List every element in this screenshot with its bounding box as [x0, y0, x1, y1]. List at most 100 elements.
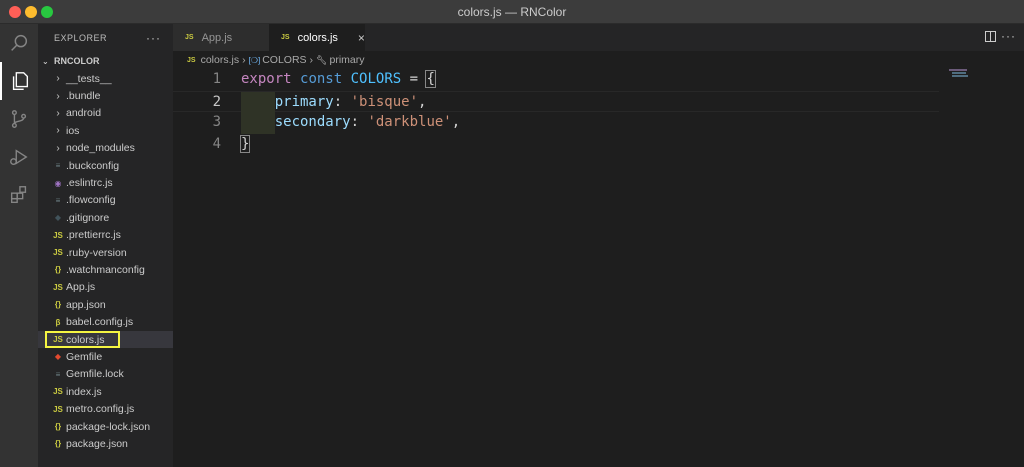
project-root-label: RNCOLOR: [54, 56, 100, 66]
js-file-icon: JS: [185, 34, 194, 41]
file-label: .prettierrc.js: [66, 229, 121, 242]
editor-tabs: JS App.js JS colors.js × ···: [173, 24, 1024, 51]
file-type-icon: β: [55, 317, 61, 327]
file-item[interactable]: JS index.js: [38, 383, 173, 400]
explorer-sidebar: EXPLORER ··· ⌄ RNCOLOR › __tests__ › .bundl…: [38, 24, 173, 467]
file-item[interactable]: ≡ .buckconfig: [38, 157, 173, 174]
breadcrumb-file[interactable]: colors.js: [201, 54, 240, 66]
chevron-right-icon: ›: [56, 142, 60, 154]
more-actions-icon[interactable]: ···: [1001, 29, 1016, 43]
file-item[interactable]: ◆ Gemfile: [38, 348, 173, 365]
breadcrumb-symbol-colors[interactable]: COLORS: [262, 54, 306, 66]
file-type-icon: JS: [53, 248, 63, 258]
code-line-current: 2 primary: 'bisque',: [173, 90, 939, 114]
file-type-icon: JS: [53, 387, 63, 397]
file-label: index.js: [66, 385, 102, 398]
file-type-icon: ≡: [55, 161, 61, 171]
file-item[interactable]: JS App.js: [38, 279, 173, 296]
file-item[interactable]: {} .watchmanconfig: [38, 261, 173, 278]
file-item[interactable]: ◆ .gitignore: [38, 209, 173, 226]
project-root-folder[interactable]: ⌄ RNCOLOR: [38, 52, 173, 70]
file-label: babel.config.js: [66, 316, 134, 329]
close-tab-icon[interactable]: ×: [358, 31, 365, 45]
file-item[interactable]: β babel.config.js: [38, 313, 173, 330]
code-text[interactable]: secondary: 'darkblue',: [241, 112, 460, 134]
property-symbol-icon: 🔧︎: [316, 54, 328, 65]
file-label: node_modules: [66, 142, 135, 155]
code-text[interactable]: export const COLORS = {: [241, 69, 436, 91]
file-tree: › __tests__ › .bundle › android › ios › node_modu…: [38, 70, 173, 453]
breadcrumb: JS colors.js › [❍] COLORS › 🔧︎ primary: [187, 51, 365, 69]
run-debug-icon[interactable]: [0, 138, 38, 176]
file-type-icon: JS: [53, 230, 63, 240]
code-line: 1 export const COLORS = {: [173, 69, 939, 91]
file-type-icon: {}: [54, 300, 62, 310]
folder-item[interactable]: › .bundle: [38, 87, 173, 104]
file-item[interactable]: JS metro.config.js: [38, 400, 173, 417]
line-number: 1: [212, 71, 221, 87]
file-item[interactable]: JS .ruby-version: [38, 244, 173, 261]
file-item[interactable]: {} package.json: [38, 435, 173, 452]
window-title: colors.js — RNColor: [457, 5, 567, 19]
file-label: .watchmanconfig: [66, 263, 145, 276]
file-type-icon: JS: [53, 282, 63, 292]
source-control-icon[interactable]: [0, 100, 38, 138]
line-number: 3: [212, 114, 221, 130]
tab-label: App.js: [201, 31, 233, 44]
minimap-line: [949, 69, 967, 71]
file-item[interactable]: JS .prettierrc.js: [38, 227, 173, 244]
folder-item[interactable]: › __tests__: [38, 70, 173, 87]
line-number: 2: [212, 93, 221, 110]
file-label: Gemfile: [66, 350, 103, 363]
file-type-icon: {}: [54, 422, 62, 431]
file-type-icon: {}: [54, 265, 62, 275]
breadcrumb-separator: ›: [309, 54, 314, 66]
search-icon[interactable]: [0, 24, 38, 62]
file-item[interactable]: ◉ .eslintrc.js: [38, 174, 173, 191]
file-item[interactable]: ≡ Gemfile.lock: [38, 366, 173, 383]
js-file-icon: JS: [187, 56, 196, 64]
file-item[interactable]: {} app.json: [38, 296, 173, 313]
tab-colors-js[interactable]: JS colors.js ×: [269, 24, 365, 51]
tab-app-js[interactable]: JS App.js: [173, 24, 269, 51]
breadcrumb-symbol-primary[interactable]: primary: [329, 54, 364, 66]
file-item[interactable]: {} package-lock.json: [38, 418, 173, 435]
extensions-icon[interactable]: [0, 176, 38, 214]
code-editor[interactable]: 1 export const COLORS = { 2 primary: 'bi…: [173, 69, 973, 467]
minimap[interactable]: [944, 69, 1024, 467]
file-type-icon: ◆: [54, 352, 62, 362]
chevron-right-icon: ›: [56, 125, 60, 137]
file-type-icon: ◉: [54, 178, 62, 188]
folder-item[interactable]: › android: [38, 105, 173, 122]
file-label: App.js: [66, 281, 96, 294]
file-label: .flowconfig: [66, 194, 116, 207]
file-label: .gitignore: [66, 211, 110, 224]
explorer-header: EXPLORER ···: [38, 24, 173, 52]
minimap-line: [952, 75, 968, 77]
code-text[interactable]: primary: 'bisque',: [241, 92, 427, 114]
code-line: 4 }: [173, 134, 939, 156]
file-label: .buckconfig: [66, 159, 120, 172]
chevron-right-icon: ›: [56, 73, 60, 85]
code-text[interactable]: }: [239, 134, 251, 156]
file-label: android: [66, 107, 102, 120]
title-bar: colors.js — RNColor: [0, 0, 1024, 24]
folder-item[interactable]: › ios: [38, 122, 173, 139]
more-actions-icon[interactable]: ···: [146, 31, 161, 45]
file-item[interactable]: ≡ .flowconfig: [38, 192, 173, 209]
file-label: Gemfile.lock: [66, 368, 124, 381]
folder-item[interactable]: › node_modules: [38, 140, 173, 157]
file-type-icon: ◆: [54, 213, 62, 223]
file-label: .bundle: [66, 90, 101, 103]
file-label: .eslintrc.js: [66, 177, 113, 190]
split-editor-icon[interactable]: [985, 31, 996, 42]
explorer-icon[interactable]: [0, 62, 38, 100]
file-label: ios: [66, 124, 80, 137]
chevron-right-icon: ›: [56, 107, 60, 119]
file-type-icon: JS: [53, 404, 63, 414]
explorer-title: EXPLORER: [54, 33, 108, 43]
chevron-right-icon: ›: [56, 90, 60, 102]
file-label: metro.config.js: [66, 403, 135, 416]
chevron-down-icon: ⌄: [42, 56, 49, 66]
file-item[interactable]: JS colors.js: [38, 330, 173, 349]
